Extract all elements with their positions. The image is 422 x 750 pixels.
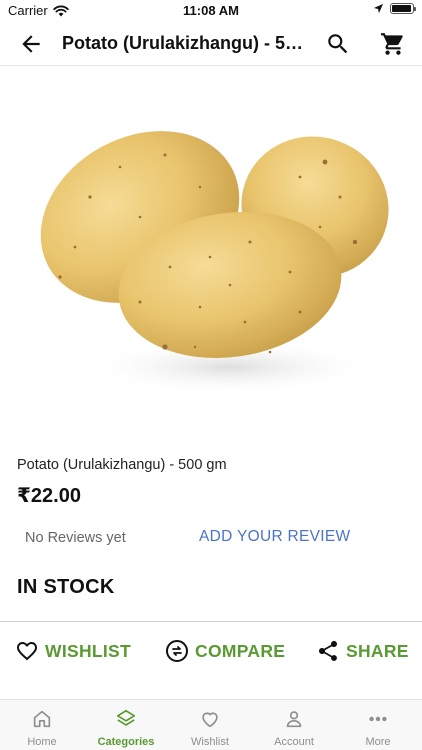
compare-arrows-icon (166, 640, 188, 662)
person-icon (286, 711, 302, 728)
location-arrow-icon (373, 3, 384, 14)
back-arrow-icon[interactable] (18, 31, 44, 57)
share-label: SHARE (346, 640, 409, 661)
tab-home[interactable]: Home (0, 700, 84, 750)
tab-categories[interactable]: Categories (84, 700, 168, 750)
navigation-bar: Potato (Urulakizhangu) - 500... (0, 22, 422, 66)
tab-wishlist-label: Wishlist (191, 736, 229, 748)
wishlist-label: WISHLIST (45, 640, 132, 661)
tab-account-label: Account (274, 736, 314, 748)
status-right (373, 3, 416, 14)
add-review-link[interactable]: ADD YOUR REVIEW (199, 528, 351, 546)
status-time: 11:08 AM (183, 3, 239, 18)
tab-account[interactable]: Account (252, 700, 336, 750)
tab-home-label: Home (27, 736, 57, 748)
heart-icon (202, 712, 218, 728)
layers-icon (116, 709, 136, 726)
tab-more-label: More (365, 736, 391, 748)
status-bar: Carrier 11:08 AM (0, 0, 422, 22)
battery-level (392, 5, 411, 12)
reviews-status: No Reviews yet (25, 530, 126, 546)
share-button[interactable]: SHARE (316, 638, 409, 664)
home-icon (33, 710, 51, 728)
compare-button[interactable]: COMPARE (165, 638, 285, 664)
product-price: ₹22.00 (17, 485, 81, 507)
share-icon (319, 641, 337, 661)
cart-icon[interactable] (380, 31, 406, 57)
tab-categories-label: Categories (97, 736, 155, 748)
product-image[interactable] (0, 67, 422, 440)
battery-icon (390, 3, 416, 14)
battery-cap (414, 7, 416, 11)
divider (0, 621, 422, 622)
tab-wishlist[interactable]: Wishlist (168, 700, 252, 750)
more-dots-icon (369, 716, 387, 722)
heart-outline-icon (17, 642, 37, 661)
page-title: Potato (Urulakizhangu) - 500... (62, 33, 308, 53)
wishlist-button[interactable]: WISHLIST (15, 638, 131, 664)
tab-bar: Home Categories Wishlist Account More (0, 699, 422, 750)
stock-status: IN STOCK (17, 576, 115, 598)
search-icon[interactable] (325, 31, 351, 57)
tab-more[interactable]: More (336, 700, 420, 750)
product-name: Potato (Urulakizhangu) - 500 gm (17, 457, 227, 473)
compare-label: COMPARE (195, 640, 286, 661)
